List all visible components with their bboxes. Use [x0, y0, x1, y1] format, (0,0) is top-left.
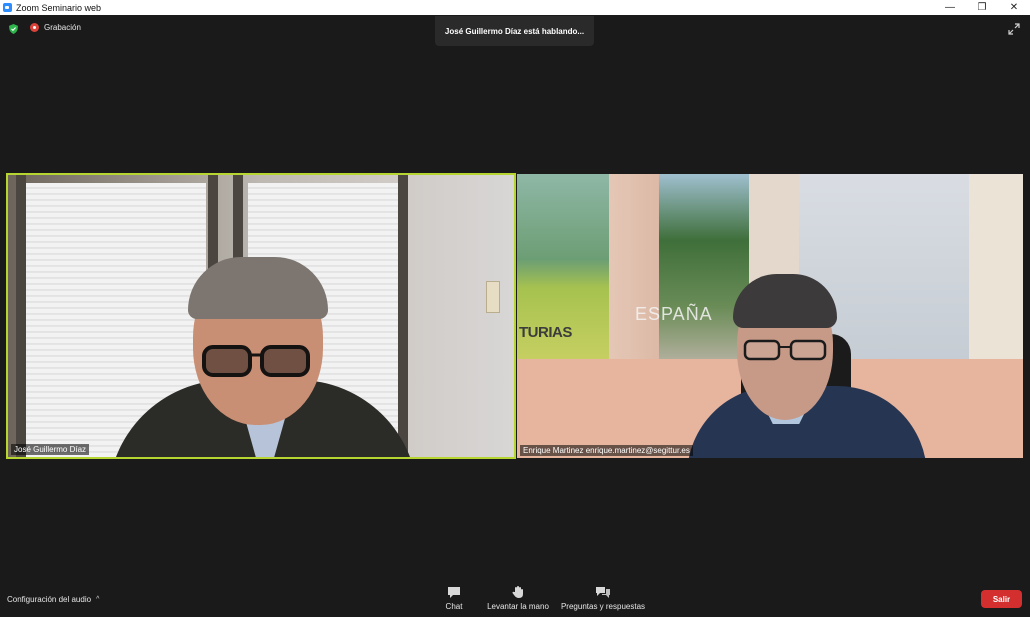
audio-settings-button[interactable]: Configuración del audio ^ — [7, 595, 99, 604]
qa-icon — [596, 587, 610, 598]
audio-settings-label: Configuración del audio — [7, 595, 92, 604]
poster-panel — [659, 174, 749, 364]
raise-hand-button[interactable]: Levantar la mano — [484, 586, 552, 611]
wall-switch — [486, 281, 500, 313]
record-icon — [30, 23, 39, 32]
restore-button[interactable]: ❐ — [966, 0, 998, 15]
glasses — [202, 345, 310, 377]
qa-label: Preguntas y respuestas — [560, 602, 646, 611]
participant-name-label: Enrique Martinez enrique.martinez@segitt… — [520, 445, 693, 456]
chat-button[interactable]: Chat — [440, 586, 468, 611]
raise-hand-label: Levantar la mano — [487, 602, 549, 611]
window-frame — [398, 175, 408, 457]
chevron-up-icon: ^ — [96, 596, 100, 603]
hand-icon — [512, 586, 523, 598]
expand-icon[interactable] — [1008, 23, 1020, 35]
leave-button[interactable]: Salir — [981, 590, 1022, 608]
window-title: Zoom Seminario web — [16, 2, 102, 13]
chat-icon — [448, 587, 460, 598]
recording-label: Grabación — [44, 23, 81, 32]
window-frame — [16, 175, 26, 457]
glasses — [743, 339, 827, 361]
poster-text: ESPAÑA — [635, 304, 713, 324]
participant-name-label: José Guillermo Díaz — [11, 444, 90, 455]
zoom-app-icon — [3, 3, 12, 12]
speaking-banner: José Guillermo Díaz está hablando... — [435, 16, 594, 46]
poster-panel — [969, 174, 1023, 364]
shield-check-icon[interactable] — [9, 24, 18, 34]
qa-button[interactable]: Preguntas y respuestas — [558, 586, 648, 611]
title-bar: Zoom Seminario web — ❐ ✕ — [0, 0, 1030, 15]
video-tile[interactable]: TURIAS ESPAÑA Enrique Martinez enrique.m… — [517, 174, 1023, 458]
video-tile-active-speaker[interactable]: José Guillermo Díaz — [6, 173, 516, 459]
close-button[interactable]: ✕ — [998, 0, 1030, 15]
poster-panel — [609, 174, 659, 364]
recording-indicator[interactable]: Grabación — [30, 23, 81, 32]
minimize-button[interactable]: — — [934, 0, 966, 15]
poster-text: TURIAS — [519, 324, 572, 341]
chat-label: Chat — [445, 602, 463, 611]
